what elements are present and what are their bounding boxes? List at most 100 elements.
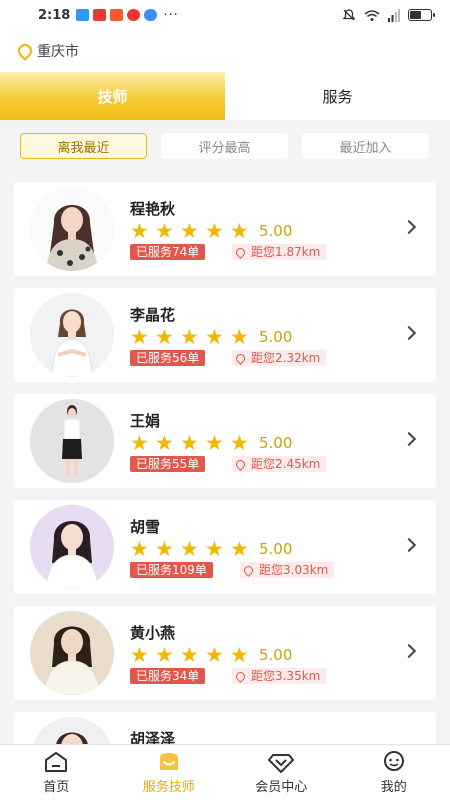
star-icon: ★ bbox=[180, 431, 199, 455]
served-count-badge: 已服务109单 bbox=[130, 562, 213, 578]
star-icon: ★ bbox=[180, 219, 199, 243]
star-icon: ★ bbox=[230, 431, 249, 455]
technician-list: 程艳秋 ★ ★ ★ ★ ★ 5.00 已服务74单 距您1.87km 李晶花 ★ ★ ★ ★ ★… bbox=[0, 172, 450, 744]
status-time: 2:18 bbox=[38, 7, 71, 23]
star-rating: ★ ★ ★ ★ ★ 5.00 bbox=[130, 220, 292, 242]
technician-avatar bbox=[30, 293, 114, 377]
technician-card[interactable]: 王娟 ★ ★ ★ ★ ★ 5.00 已服务55单 距您2.45km bbox=[14, 394, 436, 488]
technician-card[interactable]: 胡雪 ★ ★ ★ ★ ★ 5.00 已服务109单 距您3.03km bbox=[14, 500, 436, 594]
distance-text: 距您2.32km bbox=[251, 351, 321, 365]
star-icon: ★ bbox=[130, 325, 149, 349]
chevron-right-icon[interactable] bbox=[401, 643, 417, 659]
app-notification-icon bbox=[93, 9, 107, 21]
star-icon: ★ bbox=[230, 325, 249, 349]
technician-icon bbox=[159, 753, 178, 770]
rating-value: 5.00 bbox=[259, 646, 293, 664]
star-icon: ★ bbox=[230, 643, 249, 667]
star-icon: ★ bbox=[155, 219, 174, 243]
bottom-navigation: 首页 服务技师 会员中心 我的 bbox=[0, 744, 450, 800]
star-rating: ★ ★ ★ ★ ★ 5.00 bbox=[130, 538, 292, 560]
sort-filters: 离我最近 评分最高 最近加入 bbox=[0, 120, 450, 172]
star-icon: ★ bbox=[130, 219, 149, 243]
mute-icon bbox=[342, 9, 356, 21]
star-icon: ★ bbox=[130, 431, 149, 455]
nav-member-center[interactable]: 会员中心 bbox=[225, 745, 338, 800]
chevron-right-icon[interactable] bbox=[401, 537, 417, 553]
nav-profile-label: 我的 bbox=[380, 780, 407, 795]
star-icon: ★ bbox=[230, 219, 249, 243]
category-tabs: 技师 服务 bbox=[0, 72, 450, 120]
filter-newest[interactable]: 最近加入 bbox=[302, 133, 429, 159]
location-pin-icon bbox=[15, 41, 35, 61]
technician-name: 程艳秋 bbox=[130, 200, 176, 218]
home-icon bbox=[45, 752, 68, 772]
filter-top-rated[interactable]: 评分最高 bbox=[161, 133, 288, 159]
technician-name: 李晶花 bbox=[130, 306, 176, 324]
member-diamond-icon bbox=[268, 754, 295, 773]
nav-home[interactable]: 首页 bbox=[0, 745, 113, 800]
location-bar[interactable]: 重庆市 bbox=[0, 30, 450, 72]
tab-technicians[interactable]: 技师 bbox=[0, 72, 225, 120]
star-icon: ★ bbox=[180, 537, 199, 561]
chevron-right-icon[interactable] bbox=[401, 325, 417, 341]
distance-badge: 距您3.35km bbox=[232, 668, 327, 684]
star-icon: ★ bbox=[180, 325, 199, 349]
nav-technicians[interactable]: 服务技师 bbox=[113, 745, 226, 800]
technician-avatar bbox=[30, 717, 114, 744]
star-icon: ★ bbox=[205, 431, 224, 455]
distance-text: 距您3.35km bbox=[251, 669, 321, 683]
location-pin-icon bbox=[234, 669, 247, 683]
location-city[interactable]: 重庆市 bbox=[37, 41, 79, 61]
technician-card[interactable]: 程艳秋 ★ ★ ★ ★ ★ 5.00 已服务74单 距您1.87km bbox=[14, 182, 436, 276]
distance-badge: 距您3.03km bbox=[240, 562, 335, 578]
rating-value: 5.00 bbox=[259, 434, 293, 452]
technician-card[interactable]: 胡泽泽 bbox=[14, 712, 436, 744]
chevron-right-icon[interactable] bbox=[401, 219, 417, 235]
nav-member-center-label: 会员中心 bbox=[255, 780, 308, 795]
star-icon: ★ bbox=[205, 537, 224, 561]
star-rating: ★ ★ ★ ★ ★ 5.00 bbox=[130, 644, 292, 666]
filter-nearest[interactable]: 离我最近 bbox=[20, 133, 147, 159]
wifi-icon bbox=[364, 9, 380, 21]
distance-text: 距您3.03km bbox=[259, 563, 329, 577]
rating-value: 5.00 bbox=[259, 540, 293, 558]
served-count-badge: 已服务56单 bbox=[130, 350, 206, 366]
star-icon: ★ bbox=[205, 219, 224, 243]
served-count-badge: 已服务55单 bbox=[130, 456, 206, 472]
served-count-badge: 已服务34单 bbox=[130, 668, 206, 684]
star-icon: ★ bbox=[130, 537, 149, 561]
more-notifications-icon: ··· bbox=[163, 7, 179, 23]
technician-avatar bbox=[30, 505, 114, 589]
star-icon: ★ bbox=[205, 643, 224, 667]
technician-avatar bbox=[30, 399, 114, 483]
location-pin-icon bbox=[234, 245, 247, 259]
star-icon: ★ bbox=[180, 643, 199, 667]
rating-value: 5.00 bbox=[259, 222, 293, 240]
nav-profile[interactable]: 我的 bbox=[338, 745, 450, 800]
star-icon: ★ bbox=[155, 431, 174, 455]
cloud-icon bbox=[144, 9, 158, 21]
profile-icon bbox=[383, 751, 404, 771]
technician-name: 黄小燕 bbox=[130, 624, 176, 642]
distance-text: 距您1.87km bbox=[251, 245, 321, 259]
rating-value: 5.00 bbox=[259, 328, 293, 346]
technician-name: 胡泽泽 bbox=[130, 730, 176, 744]
signal-icon bbox=[388, 8, 400, 22]
technician-name: 胡雪 bbox=[130, 518, 161, 536]
technician-card[interactable]: 黄小燕 ★ ★ ★ ★ ★ 5.00 已服务34单 距您3.35km bbox=[14, 606, 436, 700]
battery-icon bbox=[408, 9, 435, 21]
distance-badge: 距您2.32km bbox=[232, 350, 327, 366]
technician-avatar bbox=[30, 611, 114, 695]
location-pin-icon bbox=[242, 563, 255, 577]
star-icon: ★ bbox=[155, 325, 174, 349]
star-rating: ★ ★ ★ ★ ★ 5.00 bbox=[130, 326, 292, 348]
tab-services[interactable]: 服务 bbox=[225, 72, 450, 120]
star-rating: ★ ★ ★ ★ ★ 5.00 bbox=[130, 432, 292, 454]
app-notification-icon bbox=[76, 9, 90, 21]
chevron-right-icon[interactable] bbox=[401, 431, 417, 447]
app-notification-icon bbox=[110, 9, 124, 21]
app-notification-icon bbox=[127, 9, 141, 21]
location-pin-icon bbox=[234, 351, 247, 365]
technician-card[interactable]: 李晶花 ★ ★ ★ ★ ★ 5.00 已服务56单 距您2.32km bbox=[14, 288, 436, 382]
nav-home-label: 首页 bbox=[43, 780, 70, 795]
